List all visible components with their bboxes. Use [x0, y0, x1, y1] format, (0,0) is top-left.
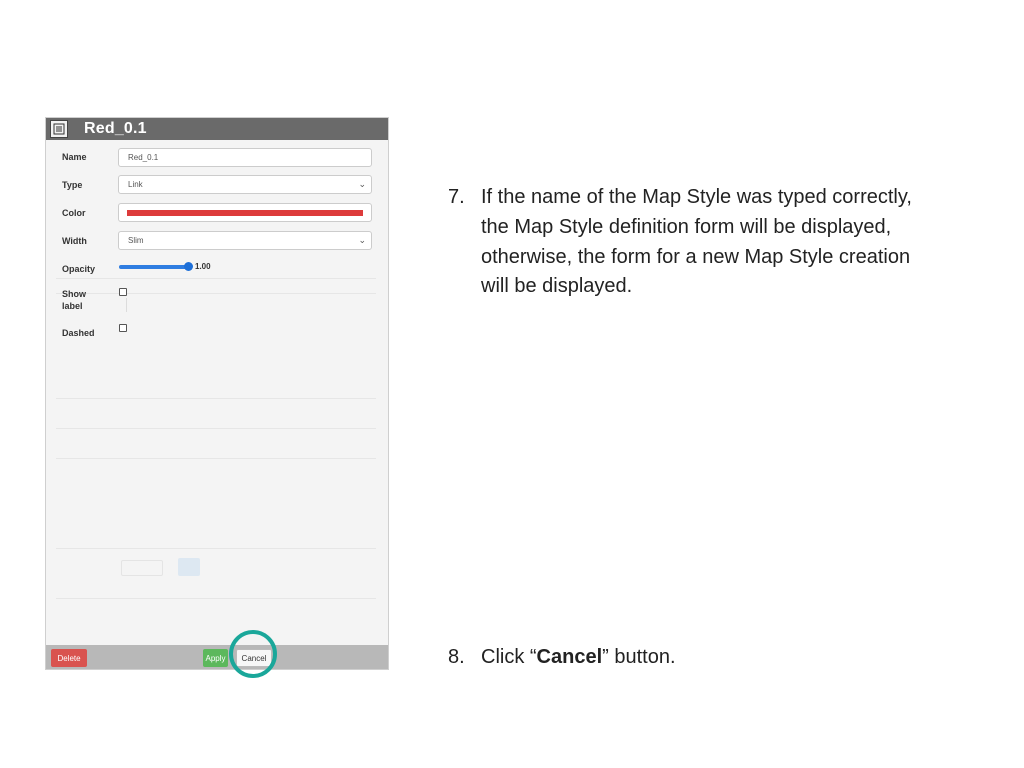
dashed-label: Dashed: [62, 328, 95, 338]
dialog-title: Red_0.1: [84, 120, 147, 137]
form-list-icon: [50, 120, 68, 138]
opacity-slider-thumb[interactable]: [184, 262, 193, 271]
color-swatch: [127, 210, 363, 216]
dashed-checkbox[interactable]: [119, 324, 127, 332]
step-7-line: the Map Style definition form will be di…: [481, 216, 892, 238]
type-select[interactable]: Link ⌄: [118, 175, 372, 194]
cancel-highlight-circle: [229, 630, 277, 678]
type-label: Type: [62, 180, 83, 190]
step-7-number: 7.: [448, 186, 465, 208]
name-value: Red_0.1: [128, 153, 159, 162]
opacity-label: Opacity: [62, 264, 96, 274]
color-picker[interactable]: [118, 203, 372, 222]
dialog-header: Red_0.1: [46, 118, 388, 140]
show-label-checkbox[interactable]: [119, 288, 127, 296]
show-label-label-line1: Show: [62, 289, 86, 299]
step-7-line: will be displayed.: [481, 275, 633, 297]
step-7-line: otherwise, the form for a new Map Style …: [481, 246, 911, 268]
type-value: Link: [128, 180, 143, 189]
step-7-line: If the name of the Map Style was typed c…: [481, 186, 912, 208]
chevron-down-icon: ⌄: [358, 235, 366, 245]
step-8-prefix: Click “: [481, 646, 537, 668]
opacity-value: 1.00: [195, 262, 211, 271]
step-8-suffix: ” button.: [602, 646, 676, 668]
name-label: Name: [62, 152, 87, 162]
width-value: Slim: [128, 236, 144, 245]
opacity-slider-track[interactable]: [119, 265, 188, 269]
delete-button[interactable]: Delete: [51, 649, 87, 667]
step-8-text: Click “Cancel” button.: [481, 643, 676, 671]
map-style-dialog: Red_0.1 Name Red_0.1 Type Link ⌄ Color W…: [45, 117, 389, 670]
color-label: Color: [62, 208, 86, 218]
show-label-label-line2: label: [62, 301, 83, 311]
chevron-down-icon: ⌄: [358, 179, 366, 189]
dialog-footer: Delete Apply Cancel: [46, 645, 388, 669]
width-label: Width: [62, 236, 87, 246]
width-select[interactable]: Slim ⌄: [118, 231, 372, 250]
step-8-bold: Cancel: [536, 646, 603, 668]
name-input[interactable]: Red_0.1: [118, 148, 372, 167]
step-8-number: 8.: [448, 646, 465, 668]
apply-button[interactable]: Apply: [203, 649, 228, 667]
